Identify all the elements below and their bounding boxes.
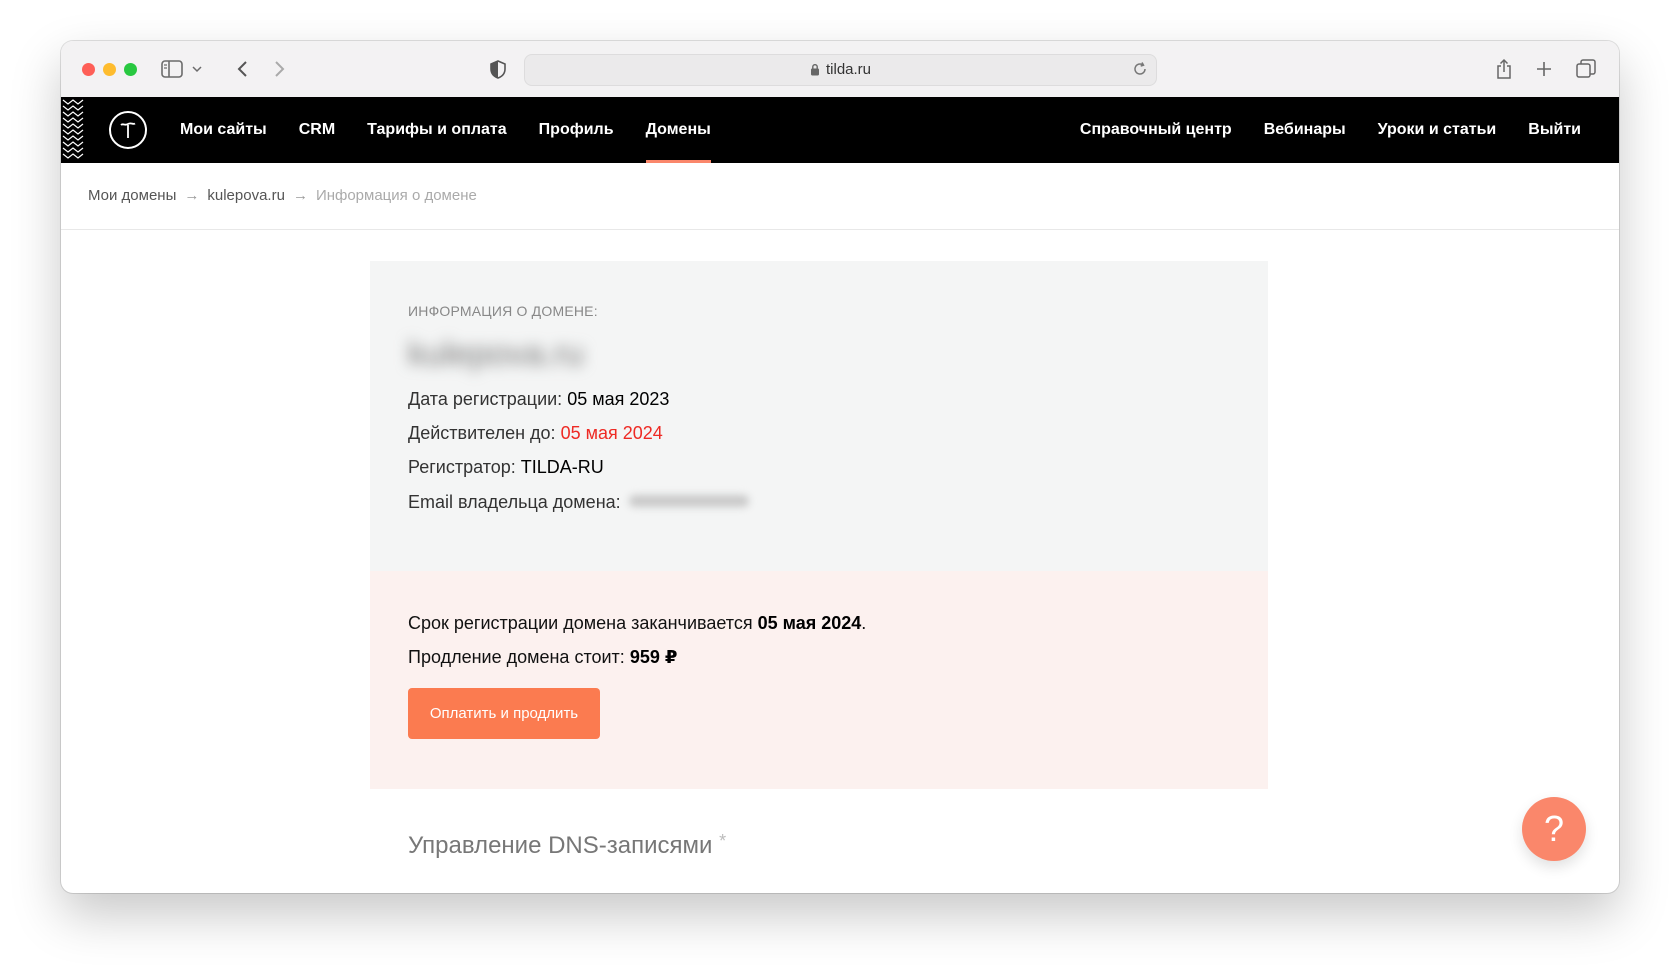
breadcrumb-my-domains[interactable]: Мои домены xyxy=(88,187,176,204)
chevron-down-icon[interactable] xyxy=(191,55,203,83)
owner-email-label: Email владельца домена: xyxy=(408,492,621,512)
breadcrumb-domain[interactable]: kulepova.ru xyxy=(207,187,285,204)
browser-titlebar: tilda.ru xyxy=(61,41,1619,98)
expiry-text: Срок регистрации домена заканчивается xyxy=(408,613,753,633)
sidebar-icon[interactable] xyxy=(159,55,185,83)
address-bar[interactable]: tilda.ru xyxy=(524,54,1157,86)
registrar-value: TILDA-RU xyxy=(520,457,604,477)
renewal-price-label: Продление домена стоит: xyxy=(408,647,625,667)
breadcrumb-separator: → xyxy=(184,187,200,204)
zoom-window-button[interactable] xyxy=(124,63,137,76)
expiry-date: 05 мая 2024 xyxy=(757,613,862,633)
breadcrumb-separator: → xyxy=(292,187,308,204)
renewal-price-row: Продление домена стоит: 959 ₽ xyxy=(408,647,677,668)
nav-help-center[interactable]: Справочный центр xyxy=(1080,97,1232,163)
nav-crm[interactable]: CRM xyxy=(299,97,335,163)
tilda-t-icon xyxy=(120,122,136,138)
nav-billing[interactable]: Тарифы и оплата xyxy=(367,97,507,163)
nav-my-sites[interactable]: Мои сайты xyxy=(180,97,267,163)
domain-name-blurred: kulepova.ru xyxy=(398,331,638,379)
nav-webinars[interactable]: Вебинары xyxy=(1264,97,1346,163)
owner-email-row: Email владельца домена: xyxy=(408,491,759,513)
valid-until-row: Действителен до: 05 мая 2024 xyxy=(408,423,663,444)
breadcrumb-divider xyxy=(61,229,1619,230)
registration-date-row: Дата регистрации: 05 мая 2023 xyxy=(408,389,669,410)
site-header: Мои сайты CRM Тарифы и оплата Профиль До… xyxy=(61,97,1619,163)
dns-title-star: * xyxy=(719,831,727,851)
nav-profile[interactable]: Профиль xyxy=(539,97,614,163)
registrar-row: Регистратор: TILDA-RU xyxy=(408,457,604,478)
forward-icon[interactable] xyxy=(271,55,289,83)
valid-until-label: Действителен до: xyxy=(408,423,556,443)
reload-icon[interactable] xyxy=(1132,61,1148,82)
domain-name: kulepova.ru xyxy=(408,335,584,373)
expiry-notice: Срок регистрации домена заканчивается 05… xyxy=(408,613,866,634)
domain-info-label: ИНФОРМАЦИЯ О ДОМЕНЕ: xyxy=(408,303,598,319)
url-text: tilda.ru xyxy=(825,61,872,78)
minimize-window-button[interactable] xyxy=(103,63,116,76)
expiry-period: . xyxy=(861,613,867,633)
help-button[interactable]: ? xyxy=(1522,797,1586,861)
breadcrumb-current: Информация о домене xyxy=(315,187,477,204)
main-nav: Мои сайты CRM Тарифы и оплата Профиль До… xyxy=(180,97,743,163)
renewal-panel: Срок регистрации домена заканчивается 05… xyxy=(370,571,1268,789)
dns-title-text: Управление DNS-записями xyxy=(408,832,713,859)
nav-domains[interactable]: Домены xyxy=(645,97,712,163)
browser-window: tilda.ru Мои сайты CRM Тарифы и оплата П… xyxy=(61,41,1619,893)
plus-icon[interactable] xyxy=(1535,55,1553,83)
close-window-button[interactable] xyxy=(82,63,95,76)
secondary-nav: Справочный центр Вебинары Уроки и статьи… xyxy=(1048,97,1581,163)
back-icon[interactable] xyxy=(233,55,251,83)
share-icon[interactable] xyxy=(1494,55,1514,83)
breadcrumb: Мои домены → kulepova.ru → Информация о доме… xyxy=(88,163,477,229)
lock-icon xyxy=(810,64,819,76)
owner-email-blurred xyxy=(623,491,759,511)
registration-date-label: Дата регистрации: xyxy=(408,389,563,409)
tilda-logo[interactable] xyxy=(109,111,147,149)
tabs-icon[interactable] xyxy=(1575,55,1597,83)
zigzag-pattern xyxy=(62,99,84,159)
dns-section-title: Управление DNS-записями * xyxy=(408,831,726,860)
nav-lessons[interactable]: Уроки и статьи xyxy=(1378,97,1497,163)
domain-info-card: ИНФОРМАЦИЯ О ДОМЕНЕ: kulepova.ru Дата ре… xyxy=(370,261,1268,571)
registration-date-value: 05 мая 2023 xyxy=(567,389,670,409)
nav-logout[interactable]: Выйти xyxy=(1528,97,1581,163)
renewal-price-value: 959 ₽ xyxy=(629,647,678,667)
shield-icon[interactable] xyxy=(488,55,508,83)
registrar-label: Регистратор: xyxy=(408,457,516,477)
valid-until-value: 05 мая 2024 xyxy=(560,423,663,443)
pay-and-renew-button[interactable]: Оплатить и продлить xyxy=(408,688,600,739)
